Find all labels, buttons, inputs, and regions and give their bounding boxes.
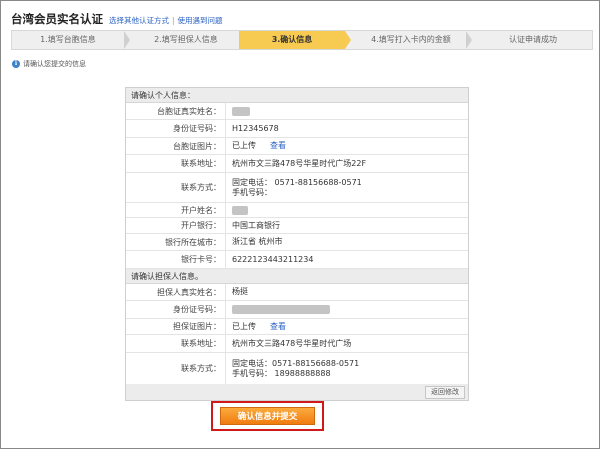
row-bank: 开户银行： 中国工商银行 <box>126 218 468 234</box>
notice: i 请确认您提交的信息 <box>12 59 86 69</box>
redacted-guarantor-id <box>232 305 330 314</box>
value-mobile: 手机号码： <box>232 187 272 197</box>
row-photo: 台胞证图片： 已上传 查看 <box>126 138 468 155</box>
view-guarantor-photo-link[interactable]: 查看 <box>270 322 286 332</box>
panel-footer: 返回修改 <box>126 384 468 400</box>
label-photo: 台胞证图片： <box>126 138 226 154</box>
label-bank: 开户银行： <box>126 218 226 233</box>
row-guarantor-name: 担保人真实姓名： 杨挺 <box>126 284 468 301</box>
row-account-name: 开户姓名： <box>126 203 468 218</box>
step-confirm-info: 3.确认信息 <box>239 31 345 49</box>
label-contact: 联系方式： <box>126 173 226 202</box>
header-separator: | <box>172 16 175 25</box>
alt-verification-link[interactable]: 选择其他认证方式 <box>109 15 169 26</box>
value-id-number: H12345678 <box>232 123 279 133</box>
step-arrow <box>466 31 472 49</box>
step-fill-guarantor: 2.填写担保人信息 <box>154 35 218 44</box>
label-guarantor-name: 担保人真实姓名： <box>126 284 226 300</box>
progress-steps: 1.填写台胞信息 2.填写担保人信息 3.确认信息 4.填写打入卡内的金额 认证… <box>11 30 593 50</box>
value-bank-city: 浙江省 杭州市 <box>232 237 283 246</box>
step-fill-taiwan-info: 1.填写台胞信息 <box>40 35 96 44</box>
back-edit-button[interactable]: 返回修改 <box>425 386 465 399</box>
guarantor-photo-status: 已上传 <box>232 321 256 331</box>
value-guarantor-phone: 固定电话：0571-88156688-0571 <box>232 358 360 368</box>
value-card-number: 6222123443211234 <box>232 254 314 264</box>
step-arrow-active <box>345 31 351 49</box>
label-real-name: 台胞证真实姓名： <box>126 103 226 119</box>
view-photo-link[interactable]: 查看 <box>270 141 286 151</box>
label-guarantor-contact: 联系方式： <box>126 353 226 384</box>
row-bank-city: 银行所在城市： 浙江省 杭州市 <box>126 234 468 251</box>
label-bank-city: 银行所在城市： <box>126 234 226 250</box>
page-frame: 台湾会员实名认证 选择其他认证方式 | 使用遇到问题 1.填写台胞信息 2.填写… <box>0 0 600 449</box>
row-contact: 联系方式： 固定电话： 0571-88156688-0571 手机号码： <box>126 173 468 203</box>
step-fill-card-amount: 4.填写打入卡内的金额 <box>371 35 451 44</box>
value-address: 杭州市文三路478号华星时代广场22F <box>232 158 367 168</box>
row-id-number: 身份证号码： H12345678 <box>126 120 468 138</box>
label-id-number: 身份证号码： <box>126 120 226 137</box>
label-guarantor-id: 身份证号码： <box>126 301 226 318</box>
photo-status: 已上传 <box>232 141 256 150</box>
redacted-account-name <box>232 205 248 215</box>
row-card-number: 银行卡号： 6222123443211234 <box>126 251 468 269</box>
row-address: 联系地址： 杭州市文三路478号华星时代广场22F <box>126 155 468 173</box>
row-guarantor-id: 身份证号码： <box>126 301 468 319</box>
value-guarantor-address: 杭州市文三路478号华星时代广场 <box>232 338 352 348</box>
notice-text: 请确认您提交的信息 <box>23 60 86 68</box>
value-guarantor-mobile: 手机号码： 18988888888 <box>232 368 331 378</box>
value-phone: 固定电话： 0571-88156688-0571 <box>232 177 362 187</box>
row-guarantor-photo: 担保证图片： 已上传 查看 <box>126 319 468 335</box>
row-guarantor-contact: 联系方式： 固定电话：0571-88156688-0571 手机号码： 1898… <box>126 353 468 384</box>
label-address: 联系地址： <box>126 155 226 172</box>
guarantor-section-heading: 请确认担保人信息。 <box>126 269 468 284</box>
page-title: 台湾会员实名认证 <box>11 12 103 26</box>
redacted-name <box>232 106 250 116</box>
row-real-name: 台胞证真实姓名： <box>126 103 468 120</box>
label-account-name: 开户姓名： <box>126 203 226 217</box>
label-card-number: 银行卡号： <box>126 251 226 268</box>
info-icon: i <box>12 60 20 68</box>
confirm-panel: 请确认个人信息： 台胞证真实姓名： 身份证号码： H12345678 台胞证图片… <box>125 87 469 401</box>
value-bank: 中国工商银行 <box>232 220 280 230</box>
step-success: 认证申请成功 <box>509 35 557 44</box>
page-header: 台湾会员实名认证 选择其他认证方式 | 使用遇到问题 <box>11 11 223 27</box>
label-guarantor-photo: 担保证图片： <box>126 319 226 334</box>
personal-section-heading: 请确认个人信息： <box>126 88 468 103</box>
label-guarantor-address: 联系地址： <box>126 335 226 352</box>
help-link[interactable]: 使用遇到问题 <box>178 15 223 26</box>
row-guarantor-address: 联系地址： 杭州市文三路478号华星时代广场 <box>126 335 468 353</box>
confirm-submit-button[interactable]: 确认信息并提交 <box>220 407 315 425</box>
value-guarantor-name: 杨挺 <box>232 287 248 296</box>
submit-highlight: 确认信息并提交 <box>211 401 324 431</box>
